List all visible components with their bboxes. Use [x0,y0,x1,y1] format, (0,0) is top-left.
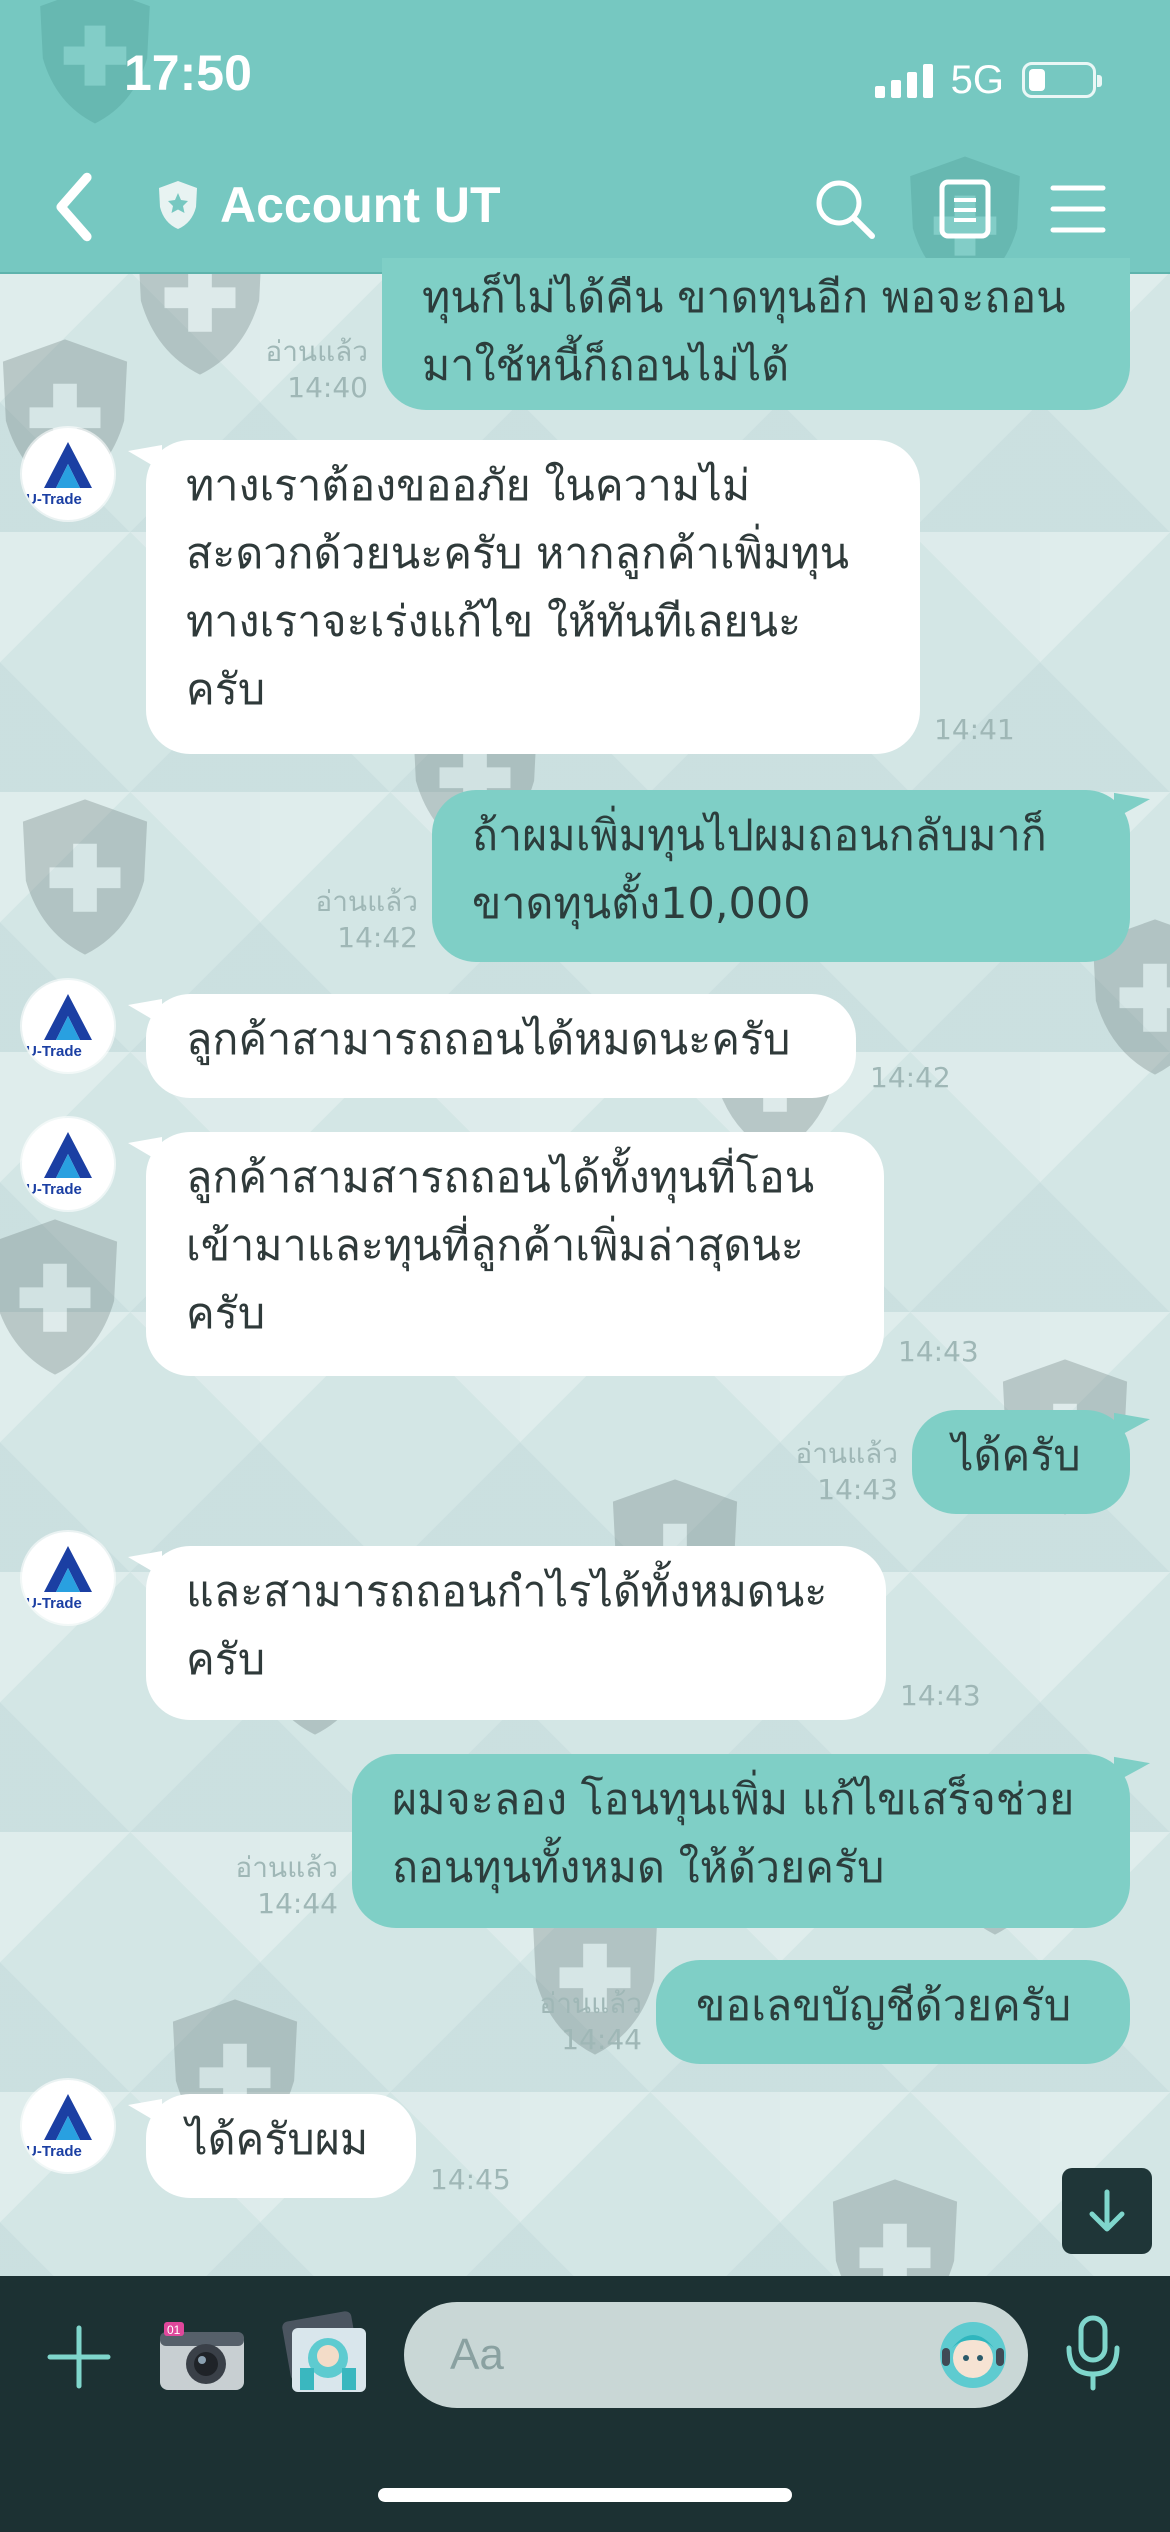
incoming-message-bubble[interactable]: ได้ครับผม [146,2094,416,2198]
outgoing-message-bubble[interactable]: ผมจะลอง โอนทุนเพิ่ม แก้ไขเสร็จช่วย ถอนทุ… [352,1754,1130,1928]
message-meta: 14:43 [900,1678,981,1714]
avatar-label: U-Trade [26,1043,82,1060]
message-meta: อ่านแล้ว 14:43 [795,1436,898,1508]
back-chevron-icon[interactable] [44,170,104,244]
read-receipt: อ่านแล้ว [795,1437,898,1470]
signal-icon [874,62,933,98]
avatar[interactable]: U-Trade [22,980,114,1072]
message-meta: 14:41 [934,712,1015,748]
message-text: ทุนก็ไม่ได้คืน ขาดทุนอีก พอจะถอน มาใช้หน… [422,273,1066,391]
avatar[interactable]: U-Trade [22,1532,114,1624]
official-shield-icon [159,181,197,229]
microphone-icon[interactable] [1060,2314,1126,2394]
message-meta: 14:42 [870,1060,951,1096]
outgoing-message-bubble[interactable]: ได้ครับ [912,1410,1130,1514]
avatar-label: U-Trade [26,491,82,508]
message-input[interactable]: Aa [404,2302,1028,2408]
message-text: และสามารถถอนกำไรได้ทั้งหมดนะ ครับ [186,1567,828,1685]
sticker-icon[interactable] [936,2318,1010,2392]
message-time: 14:42 [870,1061,951,1094]
read-receipt: อ่านแล้ว [235,1851,338,1884]
avatar[interactable]: U-Trade [22,428,114,520]
outgoing-message-bubble[interactable]: ทุนก็ไม่ได้คืน ขาดทุนอีก พอจะถอน มาใช้หน… [382,258,1130,410]
avatar-label: U-Trade [26,1595,82,1612]
network-label: 5G [950,57,1004,102]
incoming-message-bubble[interactable]: ลูกค้าสามสารถถอนได้ทั้งทุนที่โอน เข้ามาแ… [146,1132,884,1376]
menu-icon[interactable] [1043,174,1113,244]
notes-icon[interactable] [930,174,1000,244]
incoming-message-bubble[interactable]: และสามารถถอนกำไรได้ทั้งหมดนะ ครับ [146,1546,886,1720]
outgoing-message-bubble[interactable]: ขอเลขบัญชีด้วยครับ [656,1960,1130,2064]
message-text: ได้ครับ [952,1431,1081,1481]
incoming-message-bubble[interactable]: ทางเราต้องขออภัย ในความไม่ สะดวกด้วยนะคร… [146,440,920,754]
shield-watermark-icon [22,799,148,955]
message-time: 14:43 [817,1473,898,1506]
message-meta: อ่านแล้ว 14:40 [265,334,368,406]
message-time: 14:40 [287,371,368,404]
status-indicators: 5G [874,50,1102,110]
home-indicator [378,2488,792,2502]
avatar-label: U-Trade [26,2143,82,2160]
svg-text:01: 01 [167,2323,181,2337]
battery-icon [1022,62,1102,98]
arrow-down-icon [1089,2189,1125,2232]
incoming-message-bubble[interactable]: ลูกค้าสามารถถอนได้หมดนะครับ [146,994,856,1098]
message-time: 14:43 [900,1679,981,1712]
message-text: ได้ครับผม [186,2115,369,2165]
message-meta: อ่านแล้ว 14:44 [235,1850,338,1922]
message-meta: อ่านแล้ว 14:44 [539,1986,642,2058]
chat-screen: 17:50 5G Account UT ทุนก็ไม่ได้คืน ขาดทุ… [0,0,1170,2532]
avatar[interactable]: U-Trade [22,1118,114,1210]
message-meta: 14:43 [898,1334,979,1370]
message-text: ลูกค้าสามารถถอนได้หมดนะครับ [186,1015,791,1065]
chat-header: 17:50 5G Account UT [0,0,1170,294]
chat-title: Account UT [220,177,501,233]
message-text: ทางเราต้องขออภัย ในความไม่ สะดวกด้วยนะคร… [186,461,849,715]
message-input-placeholder: Aa [450,2330,504,2379]
shield-watermark-icon [0,1219,118,1375]
avatar-label: U-Trade [26,1181,82,1198]
photo-icon[interactable] [276,2306,372,2402]
read-receipt: อ่านแล้ว [265,335,368,368]
plus-icon[interactable] [44,2322,114,2392]
message-text: ผมจะลอง โอนทุนเพิ่ม แก้ไขเสร็จช่วย ถอนทุ… [392,1775,1075,1893]
message-text: ถ้าผมเพิ่มทุนไปผมถอนกลับมาก็ ขาดทุนตั้ง1… [472,811,1047,929]
message-time: 14:43 [898,1335,979,1368]
message-time: 14:44 [561,2023,642,2056]
message-time: 14:42 [337,921,418,954]
scroll-to-bottom-button[interactable] [1062,2168,1152,2254]
camera-icon[interactable]: 01 [158,2318,246,2394]
message-text: ลูกค้าสามสารถถอนได้ทั้งทุนที่โอน เข้ามาแ… [186,1153,815,1339]
read-receipt: อ่านแล้ว [315,885,418,918]
message-time: 14:45 [430,2163,511,2196]
message-text: ขอเลขบัญชีด้วยครับ [696,1981,1072,2031]
avatar[interactable]: U-Trade [22,2080,114,2172]
message-meta: อ่านแล้ว 14:42 [315,884,418,956]
message-meta: 14:45 [430,2162,511,2198]
outgoing-message-bubble[interactable]: ถ้าผมเพิ่มทุนไปผมถอนกลับมาก็ ขาดทุนตั้ง1… [432,790,1130,962]
search-icon[interactable] [810,174,880,244]
message-time: 14:44 [257,1887,338,1920]
chat-title-group[interactable]: Account UT [156,176,501,234]
status-time: 17:50 [124,45,252,101]
read-receipt: อ่านแล้ว [539,1987,642,2020]
message-time: 14:41 [934,713,1015,746]
